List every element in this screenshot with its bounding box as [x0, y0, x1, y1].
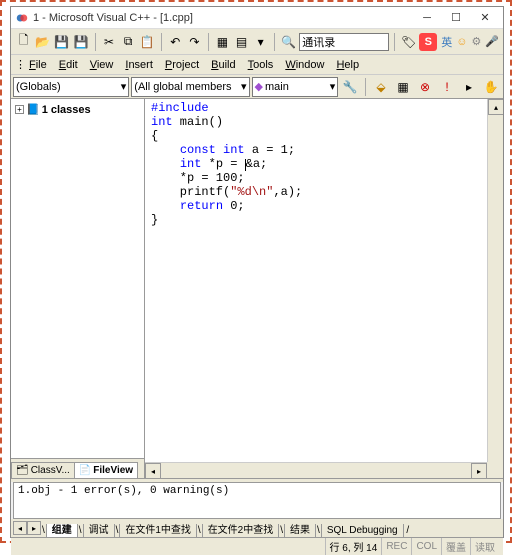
output-tab[interactable]: 组建 [46, 524, 78, 538]
menu-project[interactable]: Project [159, 57, 205, 73]
tree-root-label: 1 classes [42, 104, 91, 116]
status-ovr: 覆盖 [441, 538, 470, 555]
chevron-down-icon: ▾ [118, 80, 127, 93]
scroll-left-icon[interactable]: ◂ [145, 463, 161, 478]
find-icon[interactable]: 🔍 [280, 32, 297, 52]
output-tab[interactable]: SQL Debugging [321, 524, 404, 538]
goto-icon[interactable]: 🔧 [340, 77, 360, 97]
grip-icon: ⋮ [15, 58, 23, 71]
output-tab[interactable]: 结果 [284, 524, 316, 538]
classview-icon: 🗂 [16, 465, 29, 476]
ime-lang[interactable]: 英 [441, 34, 452, 50]
vertical-scrollbar[interactable]: ▴ [487, 99, 503, 462]
workspace-pane: + 📘 1 classes 🗂 ClassV... 📄 FileView [11, 99, 145, 478]
menu-tools[interactable]: Tools [242, 57, 280, 73]
status-col-mode: COL [411, 538, 441, 555]
go-icon[interactable]: ▸ [459, 77, 479, 97]
close-button[interactable]: ✕ [471, 9, 499, 27]
new-file-icon[interactable]: 🗋 [15, 32, 32, 52]
workspace-tabs: 🗂 ClassV... 📄 FileView [11, 458, 144, 478]
breakpoint-icon[interactable]: ✋ [481, 77, 501, 97]
chevron-down-icon: ▾ [327, 80, 336, 93]
save-icon[interactable]: 💾 [53, 32, 70, 52]
class-tree[interactable]: + 📘 1 classes [11, 99, 144, 458]
open-file-icon[interactable]: 📂 [34, 32, 51, 52]
copy-icon[interactable]: ⧉ [120, 32, 137, 52]
ime-gear-icon[interactable]: ⚙ [472, 35, 482, 48]
expand-icon[interactable]: + [15, 105, 24, 114]
menu-edit[interactable]: Edit [53, 57, 84, 73]
stop-build-icon[interactable]: ⊗ [415, 77, 435, 97]
output-pane: 1.obj - 1 error(s), 0 warning(s) ◂ ▸ \组建… [11, 479, 503, 537]
tree-root-node[interactable]: + 📘 1 classes [15, 103, 140, 116]
save-all-icon[interactable]: 💾 [72, 32, 89, 52]
wizard-bar: (Globals)▾ (All global members▾ ◆main▾ 🔧… [11, 75, 503, 99]
output-icon[interactable]: ▤ [233, 32, 250, 52]
standard-toolbar: 🗋 📂 💾 💾 ✂ ⧉ 📋 ↶ ↷ ▦ ▤ ▾ 🔍 🏷 S 英 ☺ ⚙ 🎤 [11, 29, 503, 55]
menu-window[interactable]: Window [279, 57, 330, 73]
book-icon: 📘 [26, 103, 40, 116]
menu-view[interactable]: View [84, 57, 120, 73]
status-line-col: 行 6, 列 14 [325, 538, 382, 555]
scroll-up-icon[interactable]: ▴ [488, 99, 503, 115]
scroll-right-icon[interactable]: ▸ [471, 463, 487, 478]
code-editor[interactable]: #includeint main(){ const int a = 1; int… [145, 99, 503, 478]
paste-icon[interactable]: 📋 [139, 32, 156, 52]
members-dropdown[interactable]: (All global members▾ [131, 77, 249, 97]
scope-dropdown[interactable]: (Globals)▾ [13, 77, 129, 97]
tab-scroll-left-icon[interactable]: ◂ [13, 521, 27, 535]
cut-icon[interactable]: ✂ [100, 32, 117, 52]
status-read: 读取 [470, 538, 499, 555]
titlebar: 1 - Microsoft Visual C++ - [1.cpp] ─ ☐ ✕ [11, 7, 503, 29]
workspace-icon[interactable]: ▦ [214, 32, 231, 52]
menu-help[interactable]: Help [330, 57, 365, 73]
output-tab[interactable]: 调试 [83, 524, 115, 538]
workspace: + 📘 1 classes 🗂 ClassV... 📄 FileView #in… [11, 99, 503, 479]
tab-fileview[interactable]: 📄 FileView [74, 462, 138, 478]
tab-scroll-right-icon[interactable]: ▸ [27, 521, 41, 535]
execute-icon[interactable]: ! [437, 77, 457, 97]
find-combo[interactable] [299, 33, 389, 51]
menubar: ⋮ FileEditViewInsertProjectBuildToolsWin… [11, 55, 503, 75]
ime-sogou-icon[interactable]: S [419, 33, 437, 51]
horizontal-scrollbar[interactable]: ◂ ▸ [145, 462, 487, 478]
output-tab[interactable]: 在文件1中查找 [119, 524, 197, 538]
ime-mic-icon[interactable]: 🎤 [485, 35, 499, 48]
func-icon: ◆ [255, 80, 263, 93]
window-title: 1 - Microsoft Visual C++ - [1.cpp] [33, 12, 413, 24]
menu-file[interactable]: File [23, 57, 53, 73]
window-list-icon[interactable]: ▾ [252, 32, 269, 52]
help-icon[interactable]: 🏷 [400, 32, 417, 52]
compile-icon[interactable]: ⬙ [371, 77, 391, 97]
ime-indicator: S 英 ☺ ⚙ 🎤 [419, 33, 499, 51]
redo-icon[interactable]: ↷ [186, 32, 203, 52]
output-tab[interactable]: 在文件2中查找 [202, 524, 280, 538]
statusbar: 行 6, 列 14 REC COL 覆盖 读取 [11, 537, 503, 555]
chevron-down-icon: ▾ [238, 80, 247, 93]
undo-icon[interactable]: ↶ [167, 32, 184, 52]
output-tabs: ◂ ▸ \组建\调试\在文件1中查找\在文件2中查找\结果\SQL Debugg… [11, 519, 503, 537]
maximize-button[interactable]: ☐ [442, 9, 470, 27]
ime-smile-icon[interactable]: ☺ [456, 36, 467, 48]
menu-build[interactable]: Build [205, 57, 241, 73]
function-dropdown[interactable]: ◆main▾ [252, 77, 339, 97]
status-rec: REC [381, 538, 411, 555]
build-output[interactable]: 1.obj - 1 error(s), 0 warning(s) [13, 482, 501, 519]
minimize-button[interactable]: ─ [413, 9, 441, 27]
tab-classview[interactable]: 🗂 ClassV... [11, 462, 75, 478]
app-window: 1 - Microsoft Visual C++ - [1.cpp] ─ ☐ ✕… [10, 6, 504, 538]
build-icon[interactable]: ▦ [393, 77, 413, 97]
app-icon [15, 11, 29, 25]
scroll-corner [487, 462, 503, 478]
fileview-icon: 📄 [79, 465, 91, 476]
menu-insert[interactable]: Insert [119, 57, 159, 73]
